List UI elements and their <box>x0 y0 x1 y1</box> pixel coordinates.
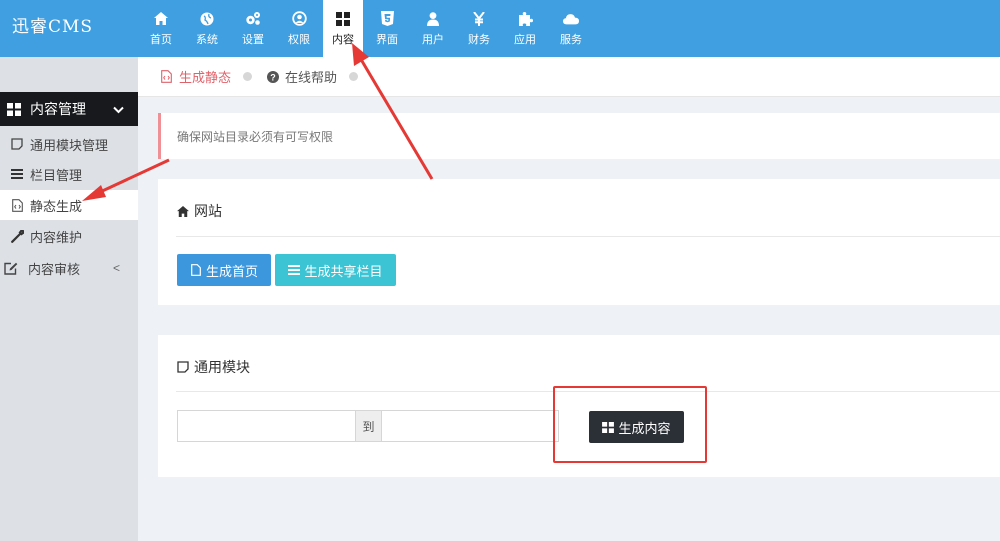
sidebar-header-label: 内容管理 <box>30 101 86 117</box>
home-icon <box>153 11 169 27</box>
panel-divider <box>176 236 1000 237</box>
panel-title-website: 网站 <box>176 201 222 221</box>
cloud-icon <box>563 11 579 27</box>
sidebar-item-label: 内容审核 <box>28 261 81 277</box>
main-content: 生成静态 ? 在线帮助 确保网站目录必须有可写权限 网站 生成首页 生成共享栏目 <box>138 57 1000 541</box>
sidebar-item-columns[interactable]: 栏目管理 <box>0 159 138 189</box>
question-circle-icon: ? <box>266 70 279 83</box>
globe-icon <box>199 11 215 27</box>
tab-separator-dot <box>243 72 253 81</box>
sidebar-item-label: 内容维护 <box>30 229 83 245</box>
permission-alert: 确保网站目录必须有可写权限 <box>158 113 1000 159</box>
file-code-icon <box>10 198 24 212</box>
range-to-input[interactable] <box>381 410 559 442</box>
tab-label: 生成静态 <box>179 70 232 85</box>
nav-item-interface[interactable]: 界面 <box>364 0 410 57</box>
square-icon <box>10 137 24 151</box>
nav-item-users[interactable]: 用户 <box>410 0 456 57</box>
nav-item-apps[interactable]: 应用 <box>502 0 548 57</box>
range-separator: 到 <box>356 410 381 442</box>
edit-icon <box>4 261 18 275</box>
nav-item-permissions[interactable]: 权限 <box>276 0 322 57</box>
panel-website: 网站 生成首页 生成共享栏目 <box>158 179 1000 305</box>
svg-text:?: ? <box>270 72 276 82</box>
tab-label: 在线帮助 <box>285 70 338 85</box>
nav-item-home[interactable]: 首页 <box>138 0 184 57</box>
range-from-input[interactable] <box>177 410 356 442</box>
tab-bar: 生成静态 ? 在线帮助 <box>138 57 1000 97</box>
sidebar-item-static-gen[interactable]: 静态生成 <box>0 190 138 220</box>
wrench-icon <box>10 229 24 243</box>
file-icon <box>190 264 202 276</box>
tab-separator-dot <box>349 72 359 81</box>
generate-home-button[interactable]: 生成首页 <box>177 254 271 286</box>
sidebar: 内容管理 通用模块管理 栏目管理 静态生成 内容维护 内容审核 < <box>0 57 138 541</box>
list-icon <box>288 264 301 276</box>
sidebar-header-content-management[interactable]: 内容管理 <box>0 92 138 126</box>
gears-icon <box>245 11 261 27</box>
user-icon <box>425 11 441 27</box>
nav-item-finance[interactable]: 财务 <box>456 0 502 57</box>
nav-item-services[interactable]: 服务 <box>548 0 594 57</box>
sidebar-item-maintenance[interactable]: 内容维护 <box>0 221 138 251</box>
sidebar-item-label: 栏目管理 <box>30 167 83 183</box>
alert-text: 确保网站目录必须有可写权限 <box>177 129 334 144</box>
sidebar-item-modules[interactable]: 通用模块管理 <box>0 129 138 159</box>
list-icon <box>10 167 24 181</box>
sidebar-item-label: 通用模块管理 <box>30 137 109 153</box>
chevron-down-icon <box>113 101 124 117</box>
panel-title-module: 通用模块 <box>176 357 250 377</box>
grid-icon <box>335 11 351 27</box>
sidebar-item-review[interactable]: 内容审核 < <box>0 253 138 283</box>
user-circle-icon <box>291 11 307 27</box>
tab-online-help[interactable]: ? 在线帮助 <box>266 67 337 86</box>
yen-icon <box>471 11 487 27</box>
top-navbar: 迅睿CMS 首页 系统 设置 权限 内容 界面 用户 财务 应用 服务 <box>0 0 1000 57</box>
puzzle-icon <box>517 11 533 27</box>
annotation-highlight-box <box>553 386 707 463</box>
nav-item-settings[interactable]: 设置 <box>230 0 276 57</box>
sidebar-item-label: 静态生成 <box>30 198 83 214</box>
nav-item-content[interactable]: 内容 <box>323 0 363 57</box>
home-icon <box>176 204 190 218</box>
file-code-icon <box>160 70 173 83</box>
nav-item-system[interactable]: 系统 <box>184 0 230 57</box>
square-icon <box>176 360 190 374</box>
html5-icon <box>379 11 395 27</box>
top-nav: 首页 系统 设置 权限 内容 界面 用户 财务 应用 服务 <box>138 0 594 57</box>
chevron-left-icon: < <box>112 261 120 275</box>
tab-generate-static[interactable]: 生成静态 <box>160 67 231 86</box>
grid-icon <box>6 102 22 116</box>
generate-shared-columns-button[interactable]: 生成共享栏目 <box>275 254 396 286</box>
app-logo[interactable]: 迅睿CMS <box>12 12 93 37</box>
